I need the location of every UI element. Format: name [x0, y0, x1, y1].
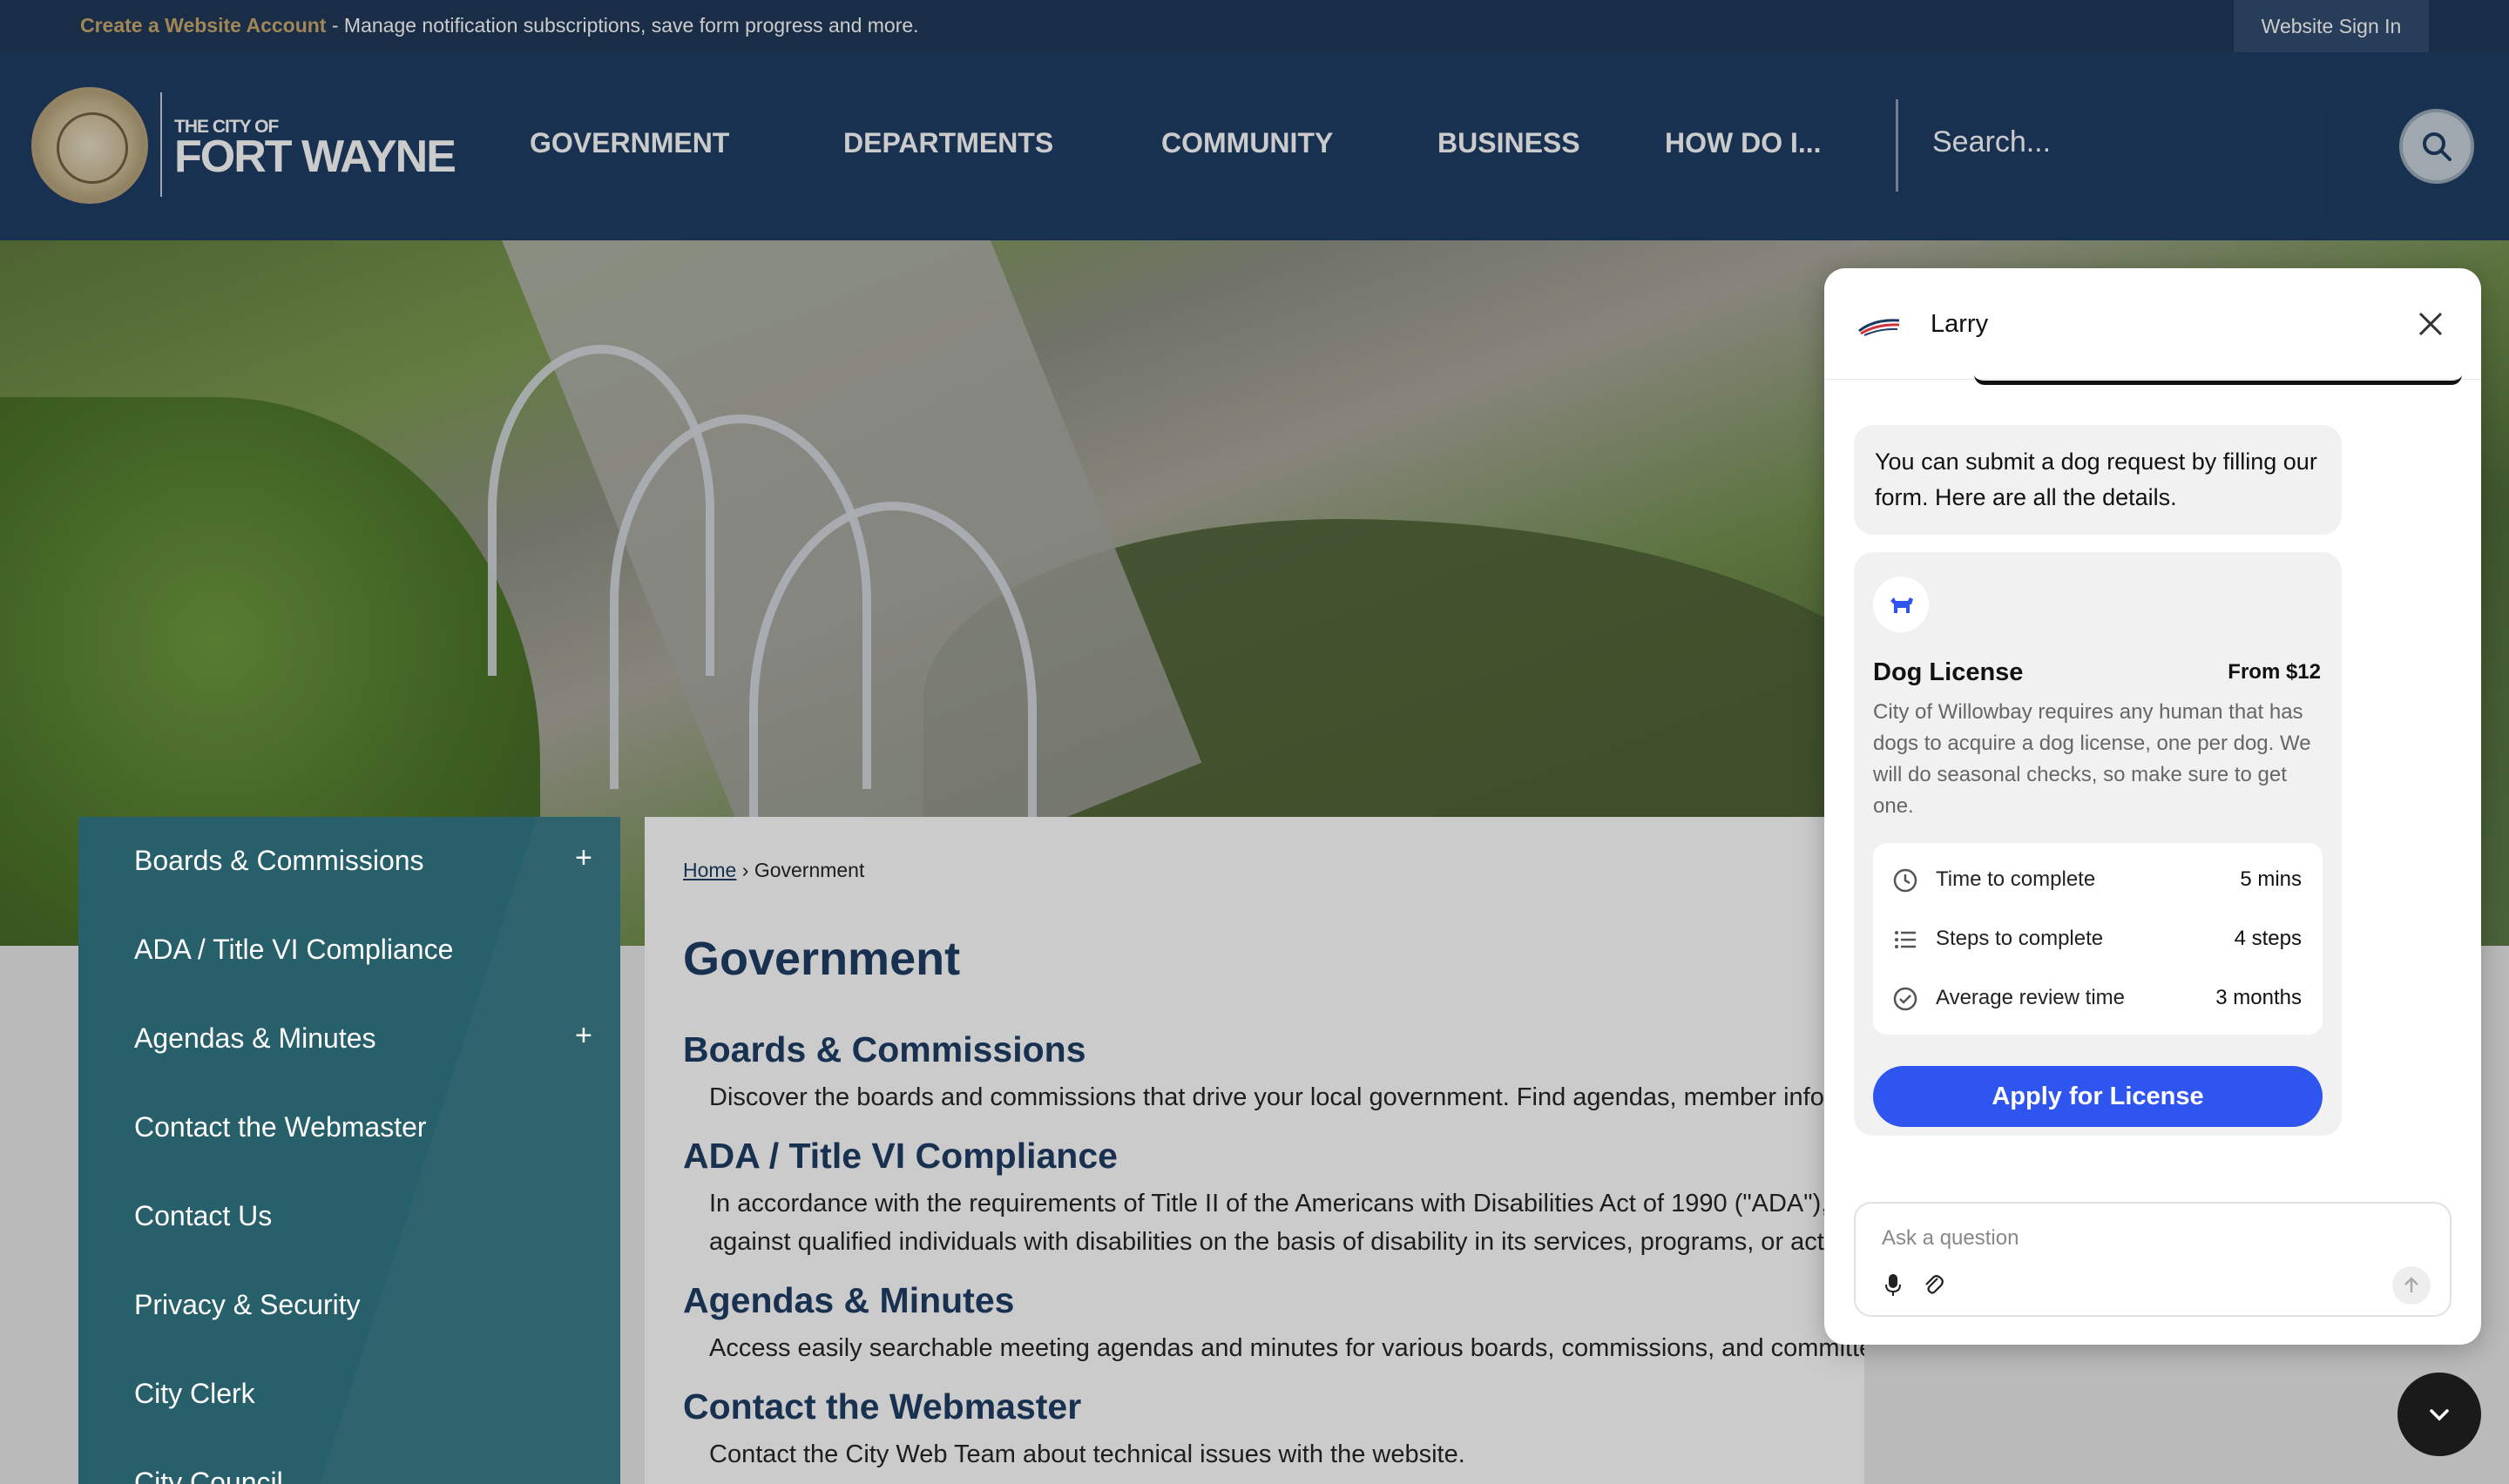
sidebar-item-city-council[interactable]: City Council	[134, 1467, 283, 1484]
chat-message-bubble: You can submit a dog request by filling …	[1854, 425, 2342, 535]
stat-label: Average review time	[1936, 986, 2125, 1009]
expand-icon[interactable]: +	[575, 1019, 592, 1053]
previous-message-edge	[1974, 374, 2462, 385]
clock-icon	[1893, 868, 1917, 893]
apply-for-license-button[interactable]: Apply for License	[1873, 1066, 2323, 1127]
stat-value: 5 mins	[2240, 867, 2302, 891]
close-icon	[2418, 312, 2443, 336]
card-icon-badge	[1873, 577, 1929, 632]
chevron-down-icon	[2430, 1409, 2449, 1421]
chat-bot-name: Larry	[1931, 310, 1989, 338]
chat-header: Larry	[1824, 268, 2481, 380]
expand-icon[interactable]: +	[575, 841, 592, 875]
send-button[interactable]	[2392, 1266, 2431, 1305]
card-description: City of Willowbay requires any human tha…	[1873, 700, 2311, 818]
attachment-icon[interactable]	[1922, 1272, 1944, 1298]
chat-input-box: Ask a question	[1854, 1202, 2452, 1317]
card-price: From $12	[2228, 660, 2321, 684]
microphone-icon[interactable]	[1882, 1272, 1904, 1298]
stat-value: 4 steps	[2234, 927, 2302, 950]
stat-row: Time to complete 5 mins	[1873, 850, 2323, 909]
sidebar-item-agendas-minutes[interactable]: Agendas & Minutes	[134, 1022, 376, 1055]
sidebar-item-contact-us[interactable]: Contact Us	[134, 1200, 272, 1232]
license-card: Dog License From $12 City of Willowbay r…	[1854, 552, 2342, 1136]
sidebar-item-boards-commissions[interactable]: Boards & Commissions	[134, 845, 424, 877]
stat-row: Average review time 3 months	[1873, 968, 2323, 1028]
bot-logo-icon	[1858, 319, 1900, 336]
list-icon	[1895, 931, 1916, 948]
dog-icon	[1890, 597, 1913, 613]
license-stats: Time to complete 5 mins Steps to complet…	[1873, 843, 2323, 1035]
chat-close-button[interactable]	[2413, 307, 2448, 341]
sidebar-item-city-clerk[interactable]: City Clerk	[134, 1378, 255, 1410]
stat-label: Time to complete	[1936, 867, 2096, 891]
card-title: Dog License	[1873, 658, 2024, 686]
chat-question-input[interactable]: Ask a question	[1882, 1226, 2019, 1251]
stat-label: Steps to complete	[1936, 927, 2104, 950]
stat-value: 3 months	[2215, 986, 2302, 1009]
check-circle-icon	[1893, 987, 1917, 1011]
sidebar-item-contact-webmaster[interactable]: Contact the Webmaster	[134, 1111, 427, 1143]
chat-toggle-button[interactable]	[2397, 1373, 2481, 1456]
sidebar-item-ada-compliance[interactable]: ADA / Title VI Compliance	[134, 934, 453, 966]
sidebar-item-privacy-security[interactable]: Privacy & Security	[134, 1289, 361, 1321]
arrow-up-icon	[2404, 1277, 2418, 1292]
stat-row: Steps to complete 4 steps	[1873, 909, 2323, 968]
chat-widget: Larry You can submit a dog request by fi…	[1824, 268, 2481, 1345]
